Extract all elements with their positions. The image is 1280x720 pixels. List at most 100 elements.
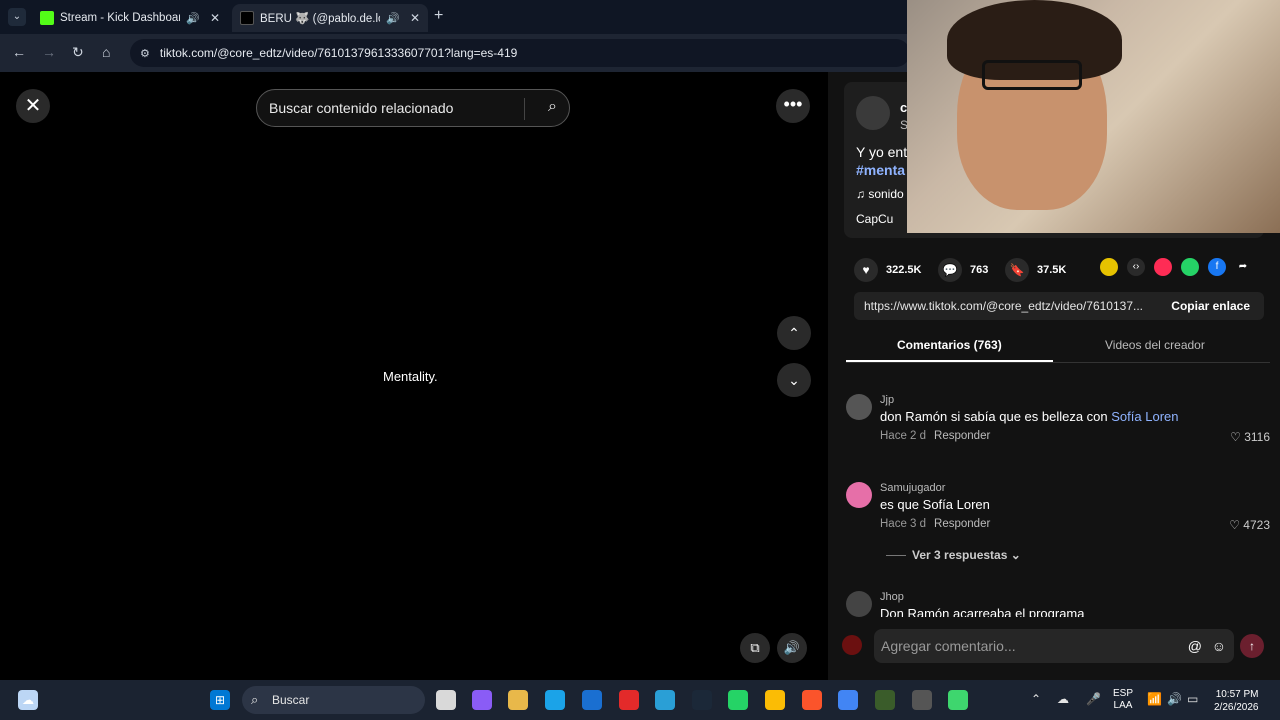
reply-button[interactable]: Responder — [934, 518, 990, 530]
forward-icon[interactable]: → — [42, 44, 56, 60]
edge-icon[interactable] — [545, 690, 565, 710]
volume-button[interactable]: 🔊 — [777, 633, 807, 663]
share-arrow-icon[interactable]: ➦ — [1234, 258, 1252, 276]
task-view-icon[interactable] — [436, 690, 456, 710]
comment-time: Hace 2 d — [880, 430, 927, 442]
language-indicator[interactable]: ESP LAA — [1113, 688, 1133, 712]
heart-icon[interactable]: ♥ — [854, 258, 878, 282]
chrome-icon[interactable] — [765, 690, 785, 710]
coin-icon[interactable] — [1100, 258, 1118, 276]
commenter-username[interactable]: Jjp — [880, 394, 894, 406]
commenter-avatar[interactable] — [846, 482, 872, 508]
taskbar-search[interactable]: ⌕ Buscar — [242, 686, 425, 714]
tab-tiktok[interactable]: BERU 🐺 (@pablo.de.los.ba 🔊 ✕ — [232, 4, 428, 32]
capcut-link[interactable]: CapCu — [856, 212, 893, 226]
tab-search-icon[interactable]: ⌄ — [8, 8, 26, 26]
search-highlight-link[interactable]: Sofía Loren — [1111, 409, 1178, 424]
clock-date: 2/26/2026 — [1214, 702, 1259, 713]
view-replies-button[interactable]: Ver 3 respuestas ⌄ — [886, 548, 1021, 562]
tab-creator-videos[interactable]: Videos del creador — [1105, 338, 1205, 352]
chrome-icon[interactable] — [838, 690, 858, 710]
brave-icon[interactable] — [802, 690, 822, 710]
mention-icon[interactable]: @ — [1188, 629, 1202, 663]
home-icon[interactable]: ⌂ — [102, 44, 110, 60]
steam-icon[interactable] — [692, 690, 712, 710]
facebook-icon[interactable]: f — [1208, 258, 1226, 276]
like-stat[interactable]: ♥ 322.5K — [854, 258, 921, 282]
save-stat[interactable]: 🔖 37.5K — [1005, 258, 1066, 282]
whatsapp-icon[interactable] — [728, 690, 748, 710]
floating-player-button[interactable]: ⧉ — [740, 633, 770, 663]
comment-stat[interactable]: 💬 763 — [938, 258, 988, 282]
close-tab-icon[interactable]: ✕ — [210, 11, 220, 25]
commenter-avatar[interactable] — [846, 394, 872, 420]
address-bar[interactable]: ⚙ tiktok.com/@core_edtz/video/7610137961… — [130, 39, 910, 67]
video-link-box: https://www.tiktok.com/@core_edtz/video/… — [854, 292, 1264, 320]
microphone-icon[interactable]: 🎤 — [1086, 692, 1101, 706]
close-tab-icon[interactable]: ✕ — [410, 11, 420, 25]
comment-likes[interactable]: ♡ 3116 — [1230, 430, 1270, 444]
comment-body: don Ramón si sabía que es belleza con — [880, 409, 1112, 424]
file-explorer-icon[interactable] — [508, 690, 528, 710]
speaker-icon[interactable]: 🔊 — [186, 12, 200, 25]
reload-icon[interactable]: ↻ — [72, 44, 84, 61]
new-tab-icon[interactable]: + — [434, 7, 443, 25]
site-info-icon[interactable]: ⚙ — [140, 47, 150, 60]
search-icon[interactable]: ⌕ — [548, 98, 557, 116]
repost-icon[interactable] — [1154, 258, 1172, 276]
tab-kick-dashboard[interactable]: Stream - Kick Dashboard 🔊 ✕ — [32, 4, 228, 32]
whatsapp-icon[interactable] — [1181, 258, 1199, 276]
comment-icon[interactable]: 💬 — [938, 258, 962, 282]
previous-video-button[interactable]: ⌃ — [777, 316, 811, 350]
app-icon[interactable] — [948, 690, 968, 710]
app-icon[interactable] — [912, 690, 932, 710]
save-count: 37.5K — [1037, 264, 1067, 276]
tiktok-favicon-icon — [240, 11, 254, 25]
battery-icon[interactable]: ▭ — [1187, 692, 1198, 706]
close-video-button[interactable]: ✕ — [16, 89, 50, 123]
embed-icon[interactable]: ‹› — [1127, 258, 1145, 276]
comment-input[interactable]: Agregar comentario... @ ☺ — [874, 629, 1234, 663]
copy-link-button[interactable]: Copiar enlace — [1171, 299, 1250, 313]
send-comment-button[interactable]: ↑ — [1240, 634, 1264, 658]
app-icon[interactable] — [875, 690, 895, 710]
store-icon[interactable] — [582, 690, 602, 710]
copilot-icon[interactable] — [472, 690, 492, 710]
comment-text: es que Sofía Loren — [880, 497, 990, 512]
speaker-icon[interactable]: 🔊 — [386, 12, 400, 25]
commenter-avatar[interactable] — [846, 591, 872, 617]
bookmark-icon[interactable]: 🔖 — [1005, 258, 1029, 282]
creator-avatar[interactable] — [856, 96, 890, 130]
chevron-up-icon[interactable]: ⌃ — [1031, 692, 1041, 706]
emoji-icon[interactable]: ☺ — [1212, 629, 1226, 663]
keyboard-layout: LAA — [1113, 700, 1133, 711]
search-icon: ⌕ — [251, 692, 259, 707]
start-icon[interactable]: ⊞ — [210, 690, 230, 710]
app-icon[interactable] — [619, 690, 639, 710]
video-player[interactable]: ✕ Buscar contenido relacionado ⌕ ••• Men… — [0, 72, 828, 680]
weather-icon[interactable]: ☁ — [18, 690, 38, 710]
onedrive-icon[interactable]: ☁ — [1057, 692, 1069, 706]
back-icon[interactable]: ← — [12, 44, 26, 60]
volume-icon[interactable]: 🔊 — [1167, 692, 1182, 706]
commenter-username[interactable]: Samujugador — [880, 482, 945, 494]
wifi-icon[interactable]: 📶 — [1147, 692, 1162, 706]
app-icon[interactable] — [655, 690, 675, 710]
hashtag-link[interactable]: #menta — [856, 162, 905, 178]
comment-likes[interactable]: ♡ 4723 — [1229, 518, 1270, 532]
comment-like-count: 4723 — [1243, 518, 1270, 532]
commenter-username[interactable]: Jhop — [880, 591, 904, 603]
reply-button[interactable]: Responder — [934, 430, 990, 442]
next-video-button[interactable]: ⌄ — [777, 363, 811, 397]
clock[interactable]: 10:57 PM 2/26/2026 — [1214, 688, 1259, 714]
related-search-input[interactable]: Buscar contenido relacionado ⌕ — [256, 89, 570, 127]
kick-favicon-icon — [40, 11, 54, 25]
taskbar-search-label: Buscar — [272, 693, 310, 707]
tab-comments[interactable]: Comentarios (763) — [897, 338, 1002, 352]
tab-title: BERU 🐺 (@pablo.de.los.ba — [260, 13, 380, 25]
divider — [846, 362, 1270, 363]
comment-text: Don Ramón acarreaba el programa — [880, 606, 1085, 617]
comment-item: Jhop Don Ramón acarreaba el programa — [846, 591, 1270, 617]
more-options-button[interactable]: ••• — [776, 89, 810, 123]
music-link[interactable]: ♫ sonido — [856, 187, 904, 201]
